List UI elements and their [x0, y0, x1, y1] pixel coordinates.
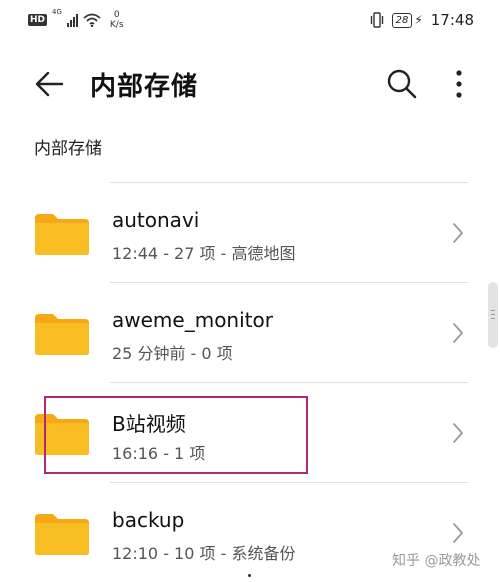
battery-indicator: 28 ⚡ — [391, 12, 423, 28]
battery-level: 28 — [391, 12, 413, 28]
folder-icon — [35, 314, 89, 355]
folder-meta: 12:44 - 27 项 - 高德地图 — [112, 244, 296, 263]
highlight-annotation — [44, 396, 308, 474]
folder-item[interactable]: aweme_monitor 25 分钟前 - 0 项 — [0, 282, 500, 382]
fast-scroll-handle[interactable] — [488, 282, 498, 348]
page-title: 内部存储 — [90, 72, 199, 102]
folder-icon — [35, 514, 89, 555]
wifi-icon — [83, 13, 101, 27]
folder-name: autonavi — [112, 208, 200, 232]
signal-icon — [66, 13, 78, 27]
more-vertical-icon — [456, 70, 462, 98]
breadcrumb-root[interactable]: 内部存储 — [34, 134, 102, 159]
folder-meta: 12:10 - 10 项 - 系统备份 — [112, 544, 296, 563]
search-icon — [387, 69, 417, 99]
chevron-right-icon — [453, 523, 463, 543]
network-speed: 0 K/s — [110, 10, 124, 30]
chevron-right-icon — [453, 323, 463, 343]
back-arrow-icon — [35, 71, 64, 97]
hd-badge: HD — [28, 14, 48, 26]
chevron-right-icon — [453, 223, 463, 243]
network-type: 4G — [52, 8, 62, 16]
app-bar: 内部存储 — [0, 56, 500, 110]
status-left: HD 4G 0 K/s — [28, 8, 124, 30]
folder-meta: 25 分钟前 - 0 项 — [112, 344, 233, 363]
bottom-dot — [248, 574, 251, 577]
clock: 17:48 — [430, 11, 474, 29]
folder-name: aweme_monitor — [112, 308, 273, 332]
status-right: 28 ⚡ 17:48 — [370, 11, 474, 29]
status-bar: HD 4G 0 K/s 28 ⚡ 17:48 — [0, 0, 500, 42]
watermark: 知乎 @政教处 — [392, 553, 481, 569]
speed-unit: K/s — [109, 20, 124, 30]
speed-value: 0 — [113, 10, 120, 20]
folder-icon — [35, 214, 89, 255]
charging-icon: ⚡ — [414, 13, 423, 27]
chevron-right-icon — [453, 423, 463, 443]
more-options-button[interactable] — [444, 64, 474, 104]
vibrate-icon — [370, 12, 383, 28]
folder-name: backup — [112, 508, 185, 532]
folder-item[interactable]: autonavi 12:44 - 27 项 - 高德地图 — [0, 182, 500, 282]
search-button[interactable] — [382, 64, 422, 104]
back-button[interactable] — [28, 64, 68, 104]
